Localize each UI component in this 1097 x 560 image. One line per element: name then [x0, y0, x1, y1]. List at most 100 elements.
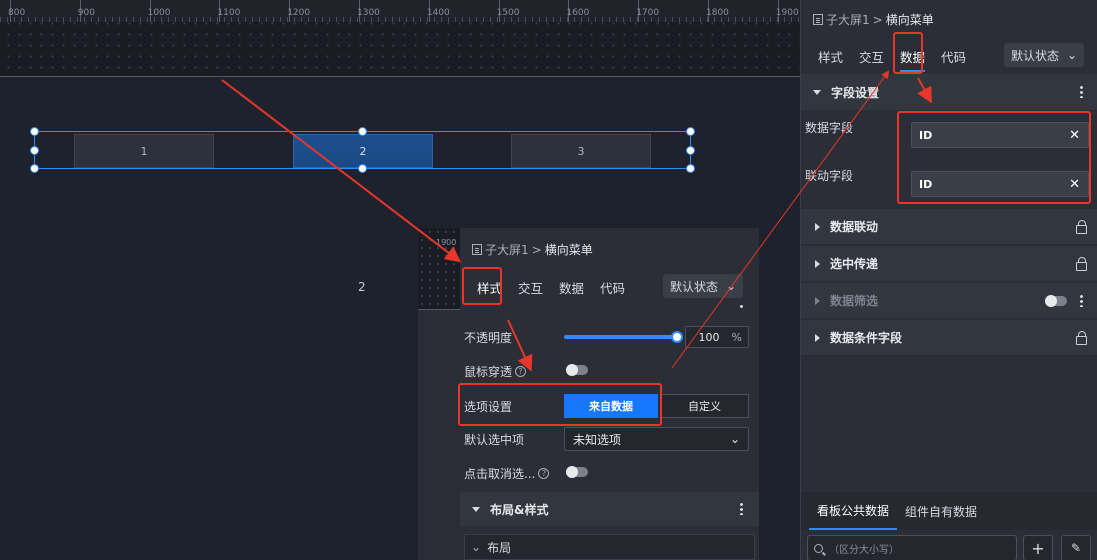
default-selected-label: 默认选中项 [464, 433, 525, 447]
tab-style[interactable]: 样式 [477, 278, 502, 297]
edit-icon: ✎ [1070, 541, 1082, 555]
section-data-condition-field[interactable]: 数据条件字段 [801, 320, 1097, 356]
breadcrumb-current: 横向菜单 [885, 13, 934, 27]
mouse-through-label: 鼠标穿透 ? [464, 363, 527, 380]
clear-icon[interactable]: ✕ [1069, 177, 1080, 192]
document-icon [472, 244, 482, 255]
more-icon[interactable] [740, 502, 743, 515]
mouse-through-text: 鼠标穿透 [464, 365, 513, 379]
link-field-input[interactable]: ID ✕ [911, 171, 1089, 197]
breadcrumb-parent[interactable]: 子大屏1 [485, 241, 529, 258]
inset-ruler: 1900 [418, 228, 460, 310]
resize-handle-tc[interactable] [358, 127, 367, 136]
section-layout-title: 布局&样式 [490, 502, 549, 517]
opacity-slider-knob[interactable] [671, 331, 683, 343]
ruler-divider [0, 76, 800, 77]
subsection-layout-title: 布局 [487, 540, 512, 555]
resize-handle-ml[interactable] [30, 146, 39, 155]
data-field-label: 数据字段 [805, 121, 854, 135]
breadcrumb-current: 横向菜单 [544, 243, 593, 257]
lock-icon [1076, 220, 1087, 234]
menu-item-1[interactable]: 1 [74, 134, 214, 168]
more-icon[interactable] [1080, 85, 1083, 98]
resize-handle-bl[interactable] [30, 164, 39, 173]
tab-data[interactable]: 数据 [900, 47, 926, 72]
inset-properties-panel: 子大屏1 > 横向菜单 样式 交互 数据 代码 默认状态 ⌄ 不透明度 100 … [460, 228, 759, 560]
state-select[interactable]: 默认状态 ⌄ [1004, 43, 1084, 67]
subsection-layout[interactable]: ⌄ 布局 [464, 534, 755, 560]
data-field-value: ID [919, 128, 933, 142]
opacity-slider[interactable] [564, 331, 683, 343]
option-from-data-button[interactable]: 来自数据 [564, 394, 658, 418]
expand-icon [815, 222, 820, 231]
section-title: 数据条件字段 [830, 331, 903, 345]
tab-interaction[interactable]: 交互 [859, 47, 884, 72]
data-source-tabs: 看板公共数据 组件自有数据 [801, 492, 1097, 530]
ruler-tick-label: 1900 [775, 8, 799, 18]
mouse-through-toggle[interactable] [566, 364, 588, 376]
state-select-value: 默认状态 [670, 279, 719, 294]
opacity-label: 不透明度 [464, 331, 513, 345]
breadcrumb-parent[interactable]: 子大屏1 [826, 11, 870, 28]
ruler-tick-label: 1700 [636, 8, 660, 18]
section-layout-style[interactable]: 布局&样式 [460, 492, 759, 526]
data-field-input[interactable]: ID ✕ [911, 122, 1089, 148]
ruler-scale: 800 900 1000 1100 1200 1300 1400 1500 1600 1700 18… [0, 0, 800, 22]
tab-interaction[interactable]: 交互 [518, 278, 543, 297]
opacity-slider-fill [564, 335, 677, 339]
style-panel-inset: 1900 子大屏1 > 横向菜单 样式 交互 数据 代码 默认状态 ⌄ 不透明度… [418, 228, 759, 560]
chevron-down-icon: ⌄ [471, 540, 482, 554]
option-setting-label: 选项设置 [464, 400, 513, 414]
tab-style[interactable]: 样式 [818, 47, 843, 72]
top-ruler: 800 900 1000 1100 1200 1300 1400 1500 1600 1700 18… [0, 0, 800, 77]
add-button[interactable]: + [1023, 535, 1053, 560]
ruler-tick-label: 800 [8, 8, 26, 18]
help-icon[interactable]: ? [515, 366, 527, 377]
opacity-input[interactable]: 100 % [685, 326, 749, 348]
tab-code[interactable]: 代码 [600, 278, 625, 297]
section-selection-pass[interactable]: 选中传递 [801, 246, 1097, 282]
resize-handle-tl[interactable] [30, 127, 39, 136]
section-title: 数据联动 [830, 220, 879, 234]
tab-code[interactable]: 代码 [941, 47, 966, 72]
horizontal-menu-widget[interactable]: 1 2 3 [30, 127, 695, 173]
section-field-settings[interactable]: 字段设置 [801, 74, 1097, 110]
help-icon[interactable]: ? [538, 468, 550, 479]
menu-item-3[interactable]: 3 [511, 134, 651, 168]
collapse-icon [472, 506, 480, 512]
data-filter-toggle[interactable] [1045, 295, 1067, 307]
click-cancel-toggle[interactable] [566, 466, 588, 478]
menu-item-2[interactable]: 2 [293, 134, 433, 168]
default-selected-value: 未知选项 [573, 432, 622, 447]
section-field-title: 字段设置 [831, 85, 880, 100]
properties-panel: 子大屏1 > 横向菜单 样式 交互 数据 代码 默认状态 ⌄ 字段设置 数据字段… [800, 0, 1097, 560]
edit-button[interactable]: ✎ [1061, 535, 1091, 560]
state-select[interactable]: 默认状态 ⌄ [663, 274, 743, 298]
search-input[interactable]: （区分大小写） [807, 535, 1017, 560]
document-icon [813, 14, 823, 25]
option-custom-button[interactable]: 自定义 [660, 394, 749, 418]
lock-icon [1076, 331, 1087, 345]
ruler-tick-label: 1400 [426, 8, 450, 18]
tab-board-public-data[interactable]: 看板公共数据 [809, 492, 898, 530]
clear-icon[interactable]: ✕ [1069, 128, 1080, 143]
section-data-linkage[interactable]: 数据联动 [801, 209, 1097, 245]
collapse-icon [813, 89, 821, 95]
more-icon[interactable] [740, 304, 743, 310]
more-icon[interactable] [1080, 294, 1083, 307]
opacity-value: 100 [698, 330, 720, 344]
resize-handle-tr[interactable] [686, 127, 695, 136]
section-data-filter[interactable]: 数据筛选 [801, 283, 1097, 319]
resize-handle-br[interactable] [686, 164, 695, 173]
tab-component-own-data[interactable]: 组件自有数据 [897, 492, 985, 530]
tab-data[interactable]: 数据 [559, 278, 584, 297]
resize-handle-mr[interactable] [686, 146, 695, 155]
resize-handle-bc[interactable] [358, 164, 367, 173]
opacity-unit: % [731, 330, 742, 344]
ruler-tick-label: 1500 [496, 8, 520, 18]
selected-item-label: 2 [358, 280, 366, 294]
ruler-tick-label: 900 [77, 8, 95, 18]
default-selected-select[interactable]: 未知选项 ⌄ [564, 427, 749, 451]
breadcrumb-separator: > [531, 242, 542, 257]
expand-icon [815, 259, 820, 268]
